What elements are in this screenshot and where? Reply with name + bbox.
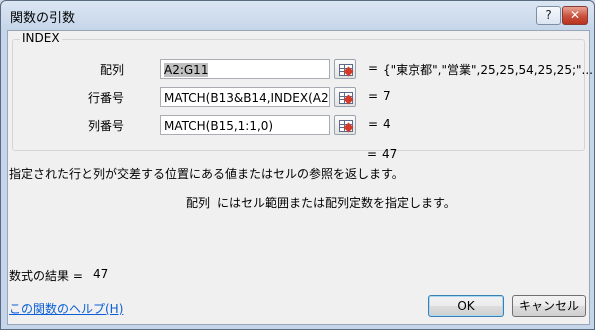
dialog-window: 関数の引数 ? ✕ INDEX 配列 A2:G11 = {"東京都","営業",… <box>0 0 595 330</box>
row-range-button[interactable] <box>334 87 356 107</box>
array-range-button[interactable] <box>334 59 356 79</box>
function-help-link[interactable]: この関数のヘルプ(H) <box>9 300 123 317</box>
arg-label-row: 行番号 <box>87 91 124 105</box>
title-bar[interactable]: 関数の引数 ? ✕ <box>1 1 594 29</box>
function-arguments-group: INDEX 配列 A2:G11 = {"東京都","営業",25,25,54,2… <box>12 31 593 151</box>
column-equals: = <box>368 117 379 131</box>
row-result: 7 <box>383 89 391 103</box>
help-title-button[interactable]: ? <box>536 6 561 25</box>
array-result: {"東京都","営業",25,25,54,25,25;"... <box>383 63 593 77</box>
result-value: 47 <box>382 147 398 161</box>
ok-button[interactable]: OK <box>428 295 504 317</box>
col-num-input[interactable]: MATCH(B15,1:1,0) <box>160 115 330 135</box>
array-equals: = <box>368 61 379 75</box>
formula-result-value: 47 <box>93 267 109 281</box>
column-result: 4 <box>383 117 391 131</box>
formula-result-label: 数式の結果 = <box>9 269 83 283</box>
cancel-button[interactable]: キャンセル <box>512 295 586 317</box>
arg-help-text: にはセル範囲または配列定数を指定します。 <box>217 196 456 210</box>
close-button[interactable]: ✕ <box>562 6 588 25</box>
array-input[interactable]: A2:G11 <box>160 59 330 79</box>
result-equals: = <box>367 147 378 161</box>
dialog-body: INDEX 配列 A2:G11 = {"東京都","営業",25,25,54,2… <box>7 30 593 325</box>
arg-label-array: 配列 <box>99 63 124 77</box>
function-name: INDEX <box>20 31 62 45</box>
row-num-input[interactable]: MATCH(B13&B14,INDEX(A2: <box>160 87 330 107</box>
row-equals: = <box>368 89 379 103</box>
arg-label-column: 列番号 <box>87 119 124 133</box>
arg-help-name: 配列 <box>186 196 211 210</box>
function-description: 指定された行と列が交差する位置にある値またはセルの参照を返します。 <box>9 167 404 181</box>
column-range-button[interactable] <box>334 115 356 135</box>
array-input-value: A2:G11 <box>164 63 209 77</box>
dialog-title: 関数の引数 <box>10 11 76 26</box>
